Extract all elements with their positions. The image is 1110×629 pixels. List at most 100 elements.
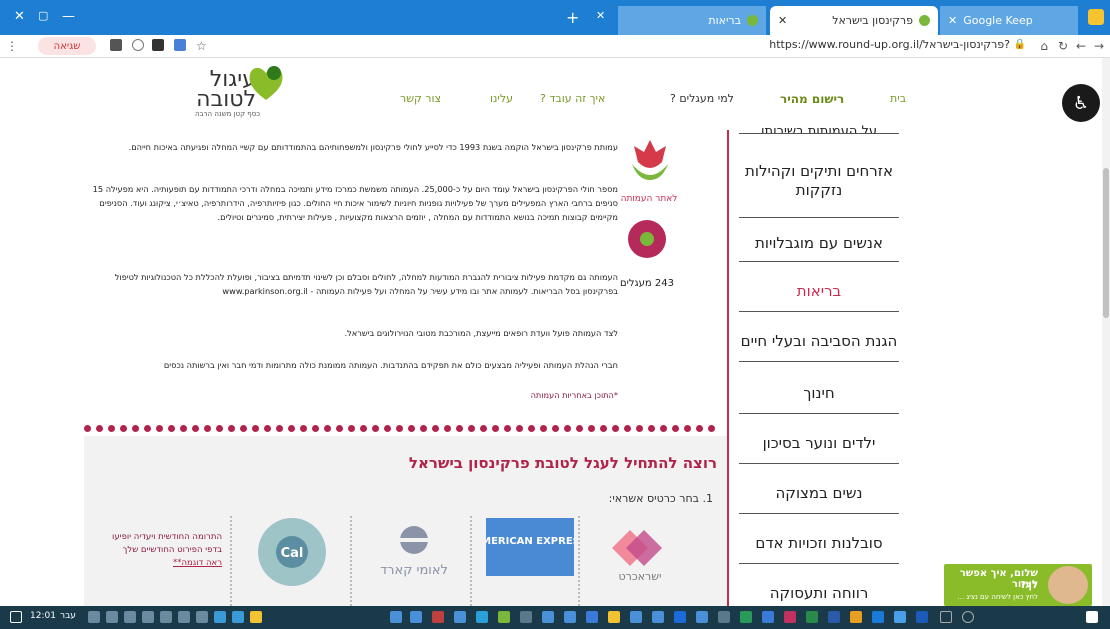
tab-google-keep[interactable]: ✕ Google Keep — [940, 6, 1078, 35]
category-sidebar: על העמותות בשירותו אזרחים ותיקים וקהילות… — [727, 124, 1107, 606]
extension-icon[interactable] — [110, 39, 122, 51]
action-center-icon[interactable] — [10, 611, 22, 623]
page-scrollbar[interactable] — [1102, 58, 1110, 606]
close-tab-icon[interactable]: ✕ — [948, 14, 957, 27]
extension-icon[interactable] — [132, 39, 144, 51]
input-language[interactable]: עבר — [60, 611, 76, 621]
sidebar-item-environment[interactable]: הגנת הסביבה ובעלי חיים — [739, 326, 899, 362]
example-link[interactable]: ראה דוגמה** — [84, 557, 222, 570]
tray-icon[interactable] — [250, 611, 262, 623]
sidebar-item-partial[interactable]: על העמותות בשירותו — [739, 122, 899, 134]
card-amex[interactable]: AMERICAN EXPRESS — [473, 518, 587, 576]
taskbar: 12:01 עבר — [0, 606, 1110, 629]
sidebar-item-seniors[interactable]: אזרחים ותיקים וקהילות נזקקות — [739, 160, 899, 218]
excel-icon[interactable] — [806, 611, 818, 623]
close-tab-icon[interactable]: ✕ — [778, 14, 787, 27]
tray-icon[interactable] — [142, 611, 154, 623]
tray-icon[interactable] — [214, 611, 226, 623]
extension-icon[interactable] — [174, 39, 186, 51]
nav-for-whom[interactable]: למי מעגלים ? — [670, 92, 734, 105]
app-icon[interactable] — [586, 611, 598, 623]
sidebar-item-health[interactable]: בריאות — [739, 276, 899, 312]
app-icon[interactable] — [454, 611, 466, 623]
app-icon[interactable] — [652, 611, 664, 623]
chat-widget[interactable]: שלום, איך אפשר לעזור לך? לחץ כאן לשיחה ע… — [944, 564, 1092, 606]
reload-icon[interactable]: ↻ — [1058, 39, 1068, 53]
app-icon[interactable] — [520, 611, 532, 623]
app-icon[interactable] — [740, 611, 752, 623]
app-icon[interactable] — [850, 611, 862, 623]
app-icon[interactable] — [476, 611, 488, 623]
new-tab-button[interactable]: + — [566, 8, 579, 27]
content-disclaimer: *התוכן באחריות העמותה — [530, 390, 618, 400]
extension-icon[interactable] — [1088, 9, 1104, 25]
tab-parkinson[interactable]: פרקינסון בישראל ✕ — [770, 6, 938, 35]
app-icon[interactable] — [542, 611, 554, 623]
back-icon[interactable]: ← — [1076, 39, 1086, 53]
sidebar-item-youth[interactable]: ילדים ונוער בסיכון — [739, 428, 899, 464]
tray-icon[interactable] — [106, 611, 118, 623]
card-cal[interactable]: Cal — [254, 514, 330, 590]
accessibility-icon[interactable]: ♿ — [1062, 84, 1100, 122]
sidebar-item-tolerance[interactable]: סובלנות וזכויות אדם — [739, 528, 899, 564]
nav-how-it-works[interactable]: איך זה עובד ? — [540, 92, 605, 105]
extension-icon[interactable] — [152, 39, 164, 51]
close-tab-icon[interactable]: ✕ — [596, 9, 605, 22]
close-window-icon[interactable]: ✕ — [14, 9, 25, 24]
forward-icon[interactable]: → — [1094, 39, 1104, 53]
tray-icon[interactable] — [232, 611, 244, 623]
site-logo[interactable]: עיגול לטובה — [168, 69, 256, 111]
sidebar-item-women[interactable]: נשים במצוקה — [739, 478, 899, 514]
search-icon[interactable] — [962, 611, 974, 623]
tray-icon[interactable] — [178, 611, 190, 623]
tray-icon[interactable] — [160, 611, 172, 623]
agent-avatar — [1048, 566, 1088, 604]
bookmark-star-icon[interactable]: ☆ — [196, 39, 207, 53]
tray-icon[interactable] — [196, 611, 208, 623]
app-icon[interactable] — [630, 611, 642, 623]
restore-window-icon[interactable]: ▢ — [38, 9, 48, 22]
card-leumi[interactable]: לאומי קארד — [370, 524, 458, 584]
scrollbar-thumb[interactable] — [1103, 168, 1109, 318]
app-icon[interactable] — [390, 611, 402, 623]
tab-label: בריאות — [708, 14, 741, 27]
menu-icon[interactable]: ⋮ — [6, 39, 18, 53]
ie-icon[interactable] — [916, 611, 928, 623]
volume-icon[interactable] — [124, 611, 136, 623]
sidebar-item-education[interactable]: חינוך — [739, 378, 899, 414]
app-icon[interactable] — [432, 611, 444, 623]
home-icon[interactable]: ⌂ — [1040, 39, 1048, 53]
nav-home[interactable]: בית — [890, 92, 906, 105]
start-icon[interactable] — [1086, 611, 1098, 623]
sidebar-item-welfare[interactable]: רווחה ותעסוקה — [739, 578, 899, 606]
app-icon[interactable] — [718, 611, 730, 623]
word-icon[interactable] — [828, 611, 840, 623]
tray-icon[interactable] — [88, 611, 100, 623]
profile-button[interactable]: שגיאה — [38, 37, 96, 55]
card-separator — [350, 516, 352, 606]
org-website-link[interactable]: לאתר העמותה — [614, 194, 684, 204]
tab-health[interactable]: בריאות — [618, 6, 766, 35]
nav-about[interactable]: עלינו — [490, 92, 513, 105]
clock[interactable]: 12:01 — [30, 611, 56, 621]
app-icon[interactable] — [498, 611, 510, 623]
browser-tab-bar: ✕ ▢ — + ✕ בריאות פרקינסון בישראל ✕ ✕ Goo… — [0, 0, 1110, 35]
url-field[interactable]: https://www.round-up.org.il/פרקינסון-ביש… — [769, 38, 1010, 51]
card-isracard[interactable]: ישראכרט — [596, 524, 684, 584]
minimize-window-icon[interactable]: — — [62, 9, 75, 24]
app-icon[interactable] — [696, 611, 708, 623]
chrome-icon[interactable] — [894, 611, 906, 623]
task-view-icon[interactable] — [940, 611, 952, 623]
app-icon[interactable] — [564, 611, 576, 623]
site-header: עיגול לטובה כסף קטן משנה הרבה צור קשר על… — [160, 58, 930, 130]
app-icon[interactable] — [410, 611, 422, 623]
app-icon[interactable] — [608, 611, 620, 623]
nav-quick-register[interactable]: רישום מהיר — [780, 92, 844, 106]
card-separator — [470, 516, 472, 606]
edge-icon[interactable] — [872, 611, 884, 623]
app-icon[interactable] — [674, 611, 686, 623]
app-icon[interactable] — [762, 611, 774, 623]
sidebar-item-disabilities[interactable]: אנשים עם מוגבלויות — [739, 228, 899, 262]
nav-contact[interactable]: צור קשר — [400, 92, 441, 105]
app-icon[interactable] — [784, 611, 796, 623]
